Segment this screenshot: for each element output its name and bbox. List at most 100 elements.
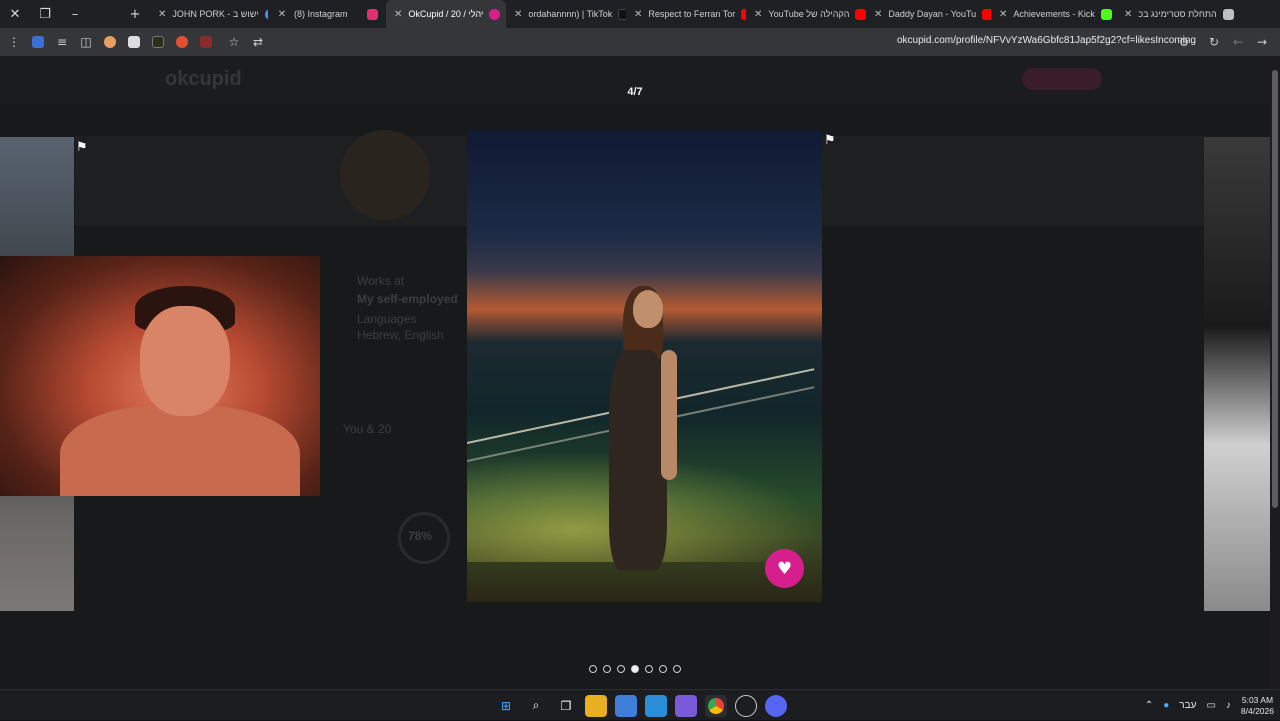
site-settings-icon[interactable]: ⚙ — [1172, 28, 1196, 56]
report-flag-icon[interactable]: ⚑ — [824, 133, 838, 148]
match-percent: 78% — [408, 529, 433, 543]
playlist-icon[interactable]: ≡ — [50, 28, 74, 56]
close-tab-icon[interactable]: ✕ — [158, 9, 166, 20]
youtube-icon — [982, 8, 991, 20]
photo-pagination — [0, 665, 1270, 673]
photos-icon[interactable] — [645, 694, 667, 717]
browser-tab[interactable]: ✕ Daddy Dayan - YouTu — [866, 0, 991, 28]
tab-favicon-icon — [1222, 8, 1234, 20]
okcupid-page: okcupid Works at My self-employed Langua… — [0, 56, 1270, 689]
okcupid-icon — [489, 8, 501, 20]
bookmark-star-icon[interactable]: ☆ — [222, 28, 246, 56]
app-icon[interactable] — [675, 694, 697, 717]
pagination-dot[interactable] — [617, 665, 625, 673]
profile-detail-label: Languages — [357, 312, 417, 326]
forward-icon[interactable]: → — [1250, 28, 1274, 56]
section-heading: You & 20 — [343, 422, 392, 436]
photo-subject — [597, 286, 677, 590]
close-tab-icon[interactable]: ✕ — [394, 9, 402, 20]
pagination-dot[interactable] — [673, 665, 681, 673]
close-tab-icon[interactable]: ✕ — [276, 9, 288, 20]
browser-tab[interactable]: ✕ Achievements - Kick — [991, 0, 1116, 28]
photo-counter: 4/7 — [627, 86, 643, 98]
app-icon[interactable] — [735, 694, 757, 717]
profile-avatar — [340, 130, 430, 220]
close-tab-icon[interactable]: ✕ — [1124, 9, 1132, 20]
profile-detail-value: Hebrew, English — [357, 328, 444, 342]
network-icon[interactable]: ▭ — [1206, 700, 1215, 711]
browser-tab-active[interactable]: ✕ OkCupid / 20 / יהלי — [386, 0, 506, 28]
search-icon[interactable]: ⌕ — [525, 695, 547, 717]
close-tab-icon[interactable]: ✕ — [999, 9, 1007, 20]
menu-kebab-icon[interactable]: ⋮ — [2, 28, 26, 56]
address-bar-url[interactable]: okcupid.com/profile/NFVvYzWa6Gbfc81Jap5f… — [897, 35, 1196, 46]
pagination-dot-active[interactable] — [631, 665, 639, 673]
tiktok-icon — [618, 8, 626, 20]
extension-icon[interactable] — [146, 28, 170, 56]
close-tab-icon[interactable]: ✕ — [514, 9, 522, 20]
report-flag-icon[interactable]: ⚑ — [76, 140, 90, 155]
tab-label: Daddy Dayan - YouTu — [888, 9, 977, 19]
close-window-icon[interactable]: ✕ — [0, 0, 30, 28]
close-tab-icon[interactable]: ✕ — [874, 9, 882, 20]
browser-tab[interactable]: ✕ ordahannnn) | TikTok — [506, 0, 626, 28]
file-explorer-icon[interactable] — [585, 694, 607, 717]
page-scrollbar[interactable] — [1270, 56, 1280, 689]
next-photo[interactable] — [1204, 137, 1270, 611]
like-heart-button[interactable]: ♥ — [765, 549, 804, 588]
webcam-overlay — [0, 256, 320, 496]
extension-icon[interactable] — [26, 28, 50, 56]
profile-detail-label: Works at — [357, 274, 405, 288]
close-tab-icon[interactable]: ✕ — [634, 9, 642, 20]
instagram-icon — [367, 8, 378, 20]
new-tab-icon[interactable]: + — [120, 0, 150, 28]
tab-label: Respect to Ferran Tor — [648, 9, 736, 19]
tab-label: JOHN PORK - ישוש ב — [172, 9, 259, 19]
task-view-icon[interactable]: ❐ — [555, 695, 577, 717]
tab-label: Achievements - Kick — [1013, 9, 1095, 19]
pagination-dot[interactable] — [659, 665, 667, 673]
system-clock[interactable]: 5:03 AM 8/4/2026 — [1241, 695, 1274, 717]
minimize-window-icon[interactable]: – — [60, 0, 90, 28]
tab-label: OkCupid / 20 / יהלי — [408, 9, 484, 19]
pagination-dot[interactable] — [603, 665, 611, 673]
store-icon[interactable] — [615, 694, 637, 717]
input-language[interactable]: עבר — [1179, 700, 1196, 711]
browser-tab[interactable]: ✕ JOHN PORK - ישוש ב — [150, 0, 268, 28]
microphone-icon[interactable]: ● — [1163, 700, 1169, 711]
extension-icon[interactable] — [194, 28, 218, 56]
extension-icon[interactable] — [122, 28, 146, 56]
browser-toolbar: ⋮ ≡ ◫ ☆ ⇄ okcupid.com/profile/NFVvYzWa6G… — [0, 28, 1280, 56]
extension-icon[interactable] — [170, 28, 194, 56]
tab-label: YouTube הקהילה של — [768, 9, 850, 19]
extension-icon[interactable] — [98, 28, 122, 56]
pagination-dot[interactable] — [589, 665, 597, 673]
clock-date: 8/4/2026 — [1240, 705, 1274, 716]
pagination-dot[interactable] — [645, 665, 653, 673]
youtube-icon — [855, 8, 866, 20]
close-tab-icon[interactable]: ✕ — [754, 9, 762, 20]
scrollbar-thumb[interactable] — [1272, 70, 1278, 508]
discord-icon[interactable] — [765, 694, 787, 717]
restore-window-icon[interactable]: ❐ — [30, 0, 60, 28]
kick-icon — [1100, 8, 1112, 20]
browser-tab[interactable]: ✕ (8) Instagram — [268, 0, 386, 28]
tab-label: ordahannnn) | TikTok — [528, 9, 613, 19]
browser-tab[interactable]: ✕ Respect to Ferran Tor — [626, 0, 746, 28]
tab-label: התחלת סטרימינג בכ — [1138, 9, 1217, 19]
reload-icon[interactable]: ↻ — [1202, 28, 1226, 56]
tab-label: (8) Instagram — [294, 9, 348, 19]
chrome-icon[interactable] — [705, 694, 727, 717]
tray-chevron-icon[interactable]: ⌃ — [1145, 700, 1153, 711]
windows-taskbar: ⊞ ⌕ ❐ ⌃ ● עבר ▭ ♪ 5:03 AM 8/4/2026 — [0, 689, 1280, 720]
cast-icon[interactable]: ⇄ — [246, 28, 270, 56]
browser-tab[interactable]: ✕ התחלת סטרימינג בכ — [1116, 0, 1240, 28]
profile-detail-value: My self-employed — [357, 292, 458, 306]
clock-time: 5:03 AM — [1241, 694, 1274, 705]
browser-tab[interactable]: ✕ YouTube הקהילה של — [746, 0, 866, 28]
windows-start-icon[interactable]: ⊞ — [495, 695, 517, 717]
system-tray: ⌃ ● עבר ▭ ♪ 5:03 AM 8/4/2026 — [1145, 690, 1274, 721]
back-icon[interactable]: ← — [1226, 28, 1250, 56]
extensions-puzzle-icon[interactable]: ◫ — [74, 28, 98, 56]
volume-icon[interactable]: ♪ — [1226, 700, 1231, 711]
